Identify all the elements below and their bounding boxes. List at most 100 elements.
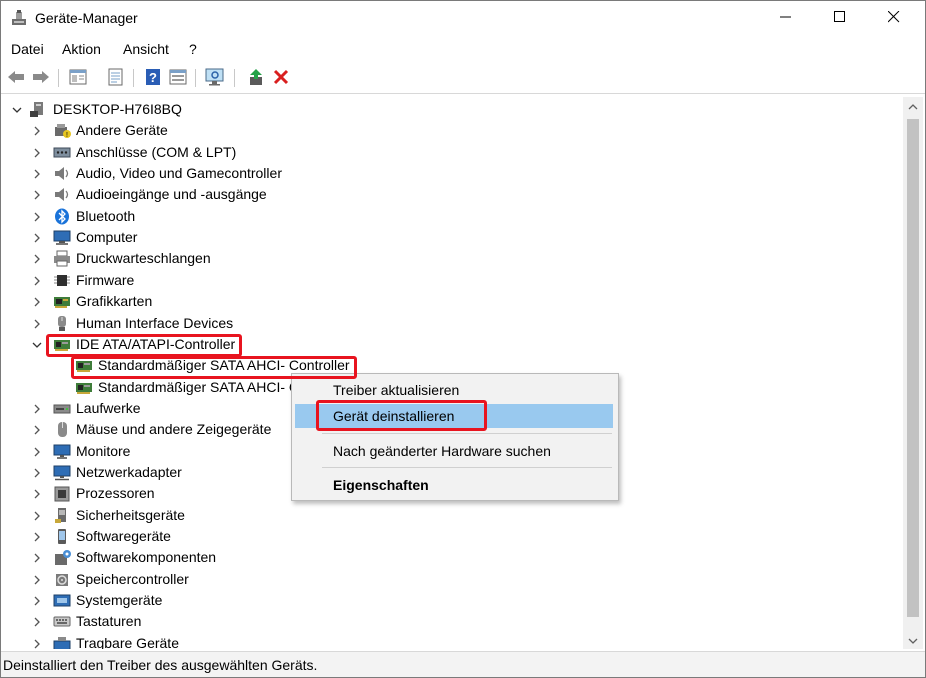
title-bar: Geräte-Manager <box>1 1 925 35</box>
chevron-right-icon[interactable] <box>31 231 43 243</box>
chevron-right-icon[interactable] <box>31 210 43 222</box>
tree-item[interactable]: Softwarekomponenten <box>1 547 901 568</box>
chevron-right-icon[interactable] <box>31 551 43 563</box>
tree-item-label: Audioeingänge und -ausgänge <box>76 186 267 203</box>
ctx-separator <box>322 433 612 434</box>
ctx-properties-label: Eigenschaften <box>333 477 429 493</box>
chevron-right-icon[interactable] <box>31 637 43 649</box>
toolbar-separator <box>195 69 196 87</box>
properties-button[interactable] <box>67 67 89 89</box>
printer-icon <box>53 250 71 267</box>
tree-root-label: DESKTOP-H76I8BQ <box>53 101 182 117</box>
chevron-right-icon[interactable] <box>31 594 43 606</box>
tree-item[interactable]: Computer <box>1 227 901 248</box>
keyboard-icon <box>53 613 71 630</box>
controller-icon <box>75 379 93 396</box>
tree-item[interactable]: Sicherheitsgeräte <box>1 505 901 526</box>
chevron-right-icon[interactable] <box>31 573 43 585</box>
chevron-right-icon[interactable] <box>31 615 43 627</box>
driver-details-button[interactable] <box>105 67 127 89</box>
bluetooth-icon <box>53 208 71 225</box>
tree-item[interactable]: Druckwarteschlangen <box>1 248 901 269</box>
scroll-down-button[interactable] <box>903 631 923 649</box>
port-icon <box>53 144 71 161</box>
chevron-right-icon[interactable] <box>31 188 43 200</box>
tree-item-label: Firmware <box>76 271 135 288</box>
chevron-right-icon[interactable] <box>31 295 43 307</box>
tree-item[interactable]: Tastaturen <box>1 611 901 632</box>
scan-hardware-button[interactable] <box>204 67 226 89</box>
tree-item[interactable]: ! Andere Geräte <box>1 120 901 141</box>
view-button[interactable] <box>167 67 189 89</box>
tree-item-label: Bluetooth <box>76 207 136 224</box>
network-icon <box>53 464 71 481</box>
tree-item[interactable]: Audioeingänge und -ausgänge <box>1 184 901 205</box>
tree-item[interactable]: Grafikkarten <box>1 291 901 312</box>
chevron-right-icon[interactable] <box>31 317 43 329</box>
tree-item-label: Monitore <box>76 442 131 459</box>
tree-item-label: Standardmäßiger SATA AHCI- C <box>98 378 299 395</box>
properties-icon <box>69 69 87 88</box>
ctx-scan-hardware-label: Nach geänderter Hardware suchen <box>333 443 551 459</box>
tree-item-label: Anschlüsse (COM & LPT) <box>76 143 237 160</box>
chevron-right-icon[interactable] <box>31 445 43 457</box>
scrollbar-thumb[interactable] <box>907 119 919 617</box>
chevron-right-icon[interactable] <box>31 530 43 542</box>
toolbar: ? <box>1 63 925 94</box>
system-icon <box>53 592 71 609</box>
chevron-down-icon[interactable] <box>11 103 23 115</box>
tree-item[interactable]: Speichercontroller <box>1 569 901 590</box>
menu-aktion[interactable]: Aktion <box>62 41 101 57</box>
maximize-button[interactable] <box>817 1 863 35</box>
scroll-up-button[interactable] <box>903 97 923 115</box>
tree-item[interactable]: Firmware <box>1 270 901 291</box>
chevron-right-icon[interactable] <box>31 252 43 264</box>
chevron-right-icon[interactable] <box>31 167 43 179</box>
tree-item[interactable]: Tragbare Geräte <box>1 633 901 649</box>
menu-help[interactable]: ? <box>189 41 197 57</box>
chevron-right-icon[interactable] <box>31 146 43 158</box>
menu-ansicht[interactable]: Ansicht <box>123 41 169 57</box>
minimize-button[interactable] <box>763 1 809 35</box>
chevron-right-icon[interactable] <box>31 402 43 414</box>
tree-item-label: Grafikkarten <box>76 293 153 310</box>
tree-item-label: Druckwarteschlangen <box>76 250 211 267</box>
uninstall-button[interactable] <box>270 67 292 89</box>
chevron-right-icon[interactable] <box>31 466 43 478</box>
back-button[interactable] <box>5 67 27 89</box>
close-button[interactable] <box>871 1 917 35</box>
software-device-icon <box>53 528 71 545</box>
tree-item-label: Mäuse und andere Zeigegeräte <box>76 421 272 438</box>
tree-item[interactable]: Bluetooth <box>1 206 901 227</box>
ctx-update-driver-label: Treiber aktualisieren <box>333 382 460 398</box>
toolbar-separator <box>58 69 59 87</box>
computer-root-icon <box>29 101 47 118</box>
back-arrow-icon <box>6 69 26 88</box>
forward-button[interactable] <box>30 67 52 89</box>
annotation-box-ide-controller <box>46 334 242 357</box>
tree-item[interactable]: Systemgeräte <box>1 590 901 611</box>
ctx-update-driver[interactable]: Treiber aktualisieren <box>295 378 613 402</box>
chevron-right-icon[interactable] <box>31 274 43 286</box>
menu-datei[interactable]: Datei <box>11 41 44 57</box>
tree-item-label: Human Interface Devices <box>76 314 234 331</box>
ctx-properties[interactable]: Eigenschaften <box>295 473 613 497</box>
chevron-down-icon[interactable] <box>31 338 43 350</box>
tree-item-label: Softwaregeräte <box>76 528 171 544</box>
tree-item-label: Laufwerke <box>76 399 141 416</box>
vertical-scrollbar[interactable] <box>903 97 923 649</box>
annotation-box-uninstall <box>316 400 487 431</box>
update-driver-button[interactable] <box>245 67 267 89</box>
tree-item[interactable]: Human Interface Devices <box>1 313 901 334</box>
tree-root[interactable]: DESKTOP-H76I8BQ <box>1 99 901 120</box>
tree-item[interactable]: Anschlüsse (COM & LPT) <box>1 142 901 163</box>
chevron-right-icon[interactable] <box>31 487 43 499</box>
chevron-up-icon <box>908 98 918 114</box>
chevron-right-icon[interactable] <box>31 509 43 521</box>
ctx-scan-hardware[interactable]: Nach geänderter Hardware suchen <box>295 439 613 463</box>
tree-item[interactable]: Softwaregeräte <box>1 526 901 547</box>
help-button[interactable]: ? <box>142 67 164 89</box>
chevron-right-icon[interactable] <box>31 423 43 435</box>
chevron-right-icon[interactable] <box>31 124 43 136</box>
tree-item[interactable]: Audio, Video und Gamecontroller <box>1 163 901 184</box>
